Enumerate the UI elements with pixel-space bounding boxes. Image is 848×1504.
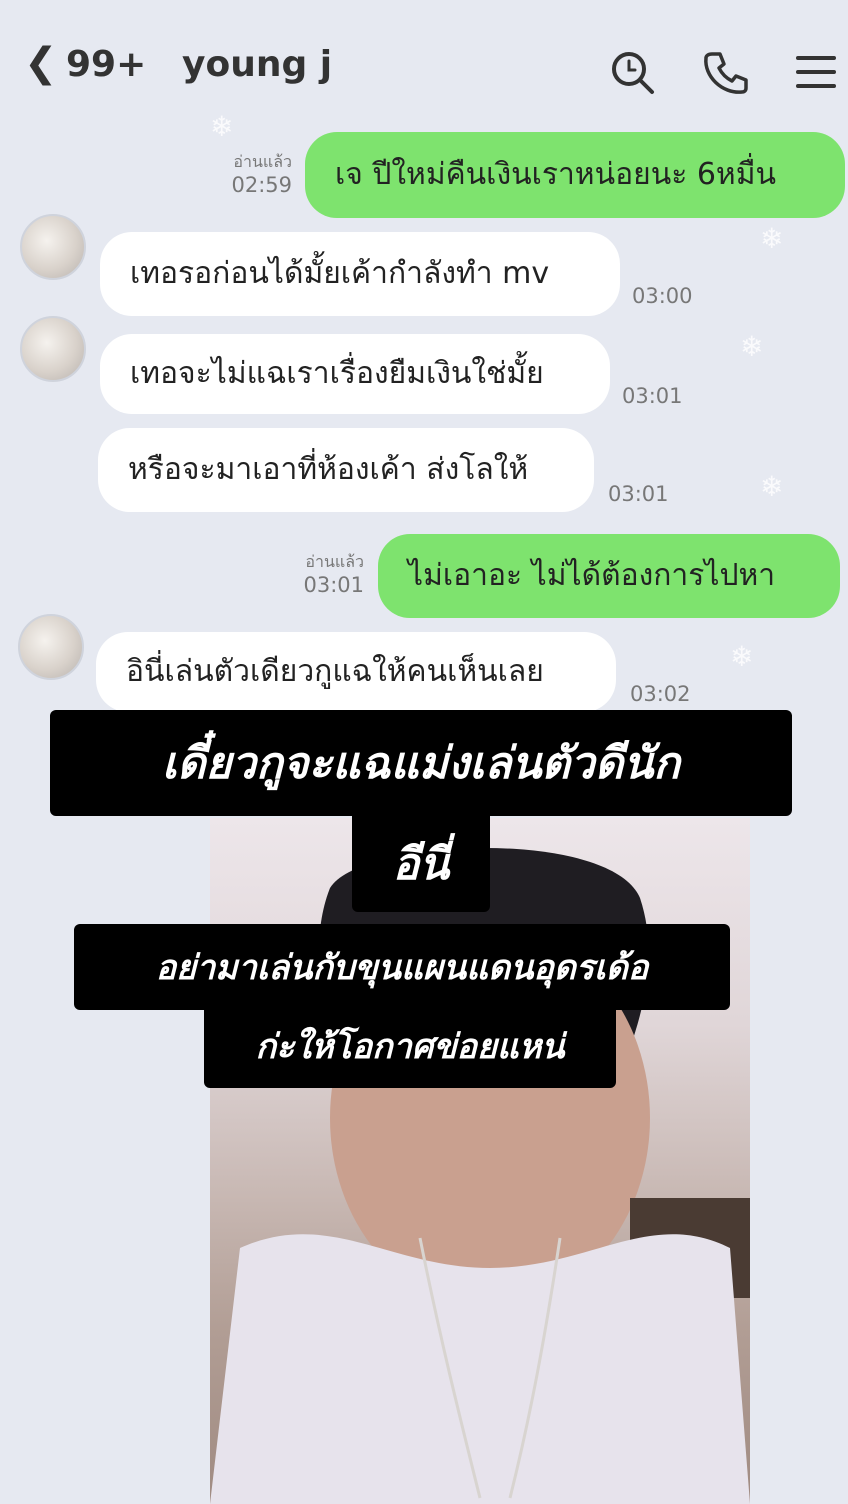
received-message-bubble[interactable]: อินี่เล่นตัวเดียวกูแฉให้คนเห็นเลย [96,632,616,712]
avatar[interactable] [18,614,84,680]
menu-icon[interactable] [792,48,840,96]
chat-header: ❮ 99+ young j [0,0,848,135]
message-text: ไม่เอาอะ ไม่ได้ต้องการไปหา [408,558,776,593]
snowflake-icon: ❄ [740,330,764,363]
message-text: เจ ปีใหม่คืนเงินเราหน่อยนะ 6หมื่น [335,157,776,192]
caption-line: อีนี่ [352,816,490,912]
snowflake-icon: ❄ [730,640,754,673]
read-label: อ่านแล้ว [305,552,364,571]
message-time: 03:02 [630,682,691,706]
message-time: 03:00 [632,284,693,308]
message-time: 03:01 [303,573,364,597]
caption-line: เดี๋ยวกูจะแฉแม่งเล่นตัวดีนัก [50,710,792,816]
avatar[interactable] [20,316,86,382]
caption-line: ก่ะให้โอกาศข่อยแหน่ [204,1004,616,1088]
unread-count: 99+ [66,44,147,85]
video-frame[interactable] [210,818,750,1504]
received-message-bubble[interactable]: เทอรอก่อนได้มั้ยเค้ากำลังทำ mv [100,232,620,316]
message-time: 03:01 [622,384,683,408]
read-receipt: อ่านแล้ว 03:01 [272,552,364,598]
sent-message-bubble[interactable]: ไม่เอาอะ ไม่ได้ต้องการไปหา [378,534,840,618]
snowflake-icon: ❄ [760,470,784,503]
snowflake-icon: ❄ [760,222,784,255]
sent-message-bubble[interactable]: เจ ปีใหม่คืนเงินเราหน่อยนะ 6หมื่น [305,132,845,218]
read-label: อ่านแล้ว [233,152,292,171]
received-message-bubble[interactable]: หรือจะมาเอาที่ห้องเค้า ส่งโลให้ [98,428,594,512]
message-text: อินี่เล่นตัวเดียวกูแฉให้คนเห็นเลย [126,654,544,689]
contact-name[interactable]: young j [182,44,332,85]
search-icon[interactable] [608,48,656,96]
message-time: 03:01 [608,482,669,506]
video-person-illustration [210,848,750,1504]
message-time: 02:59 [231,173,292,197]
message-text: เทอรอก่อนได้มั้ยเค้ากำลังทำ mv [130,256,550,291]
message-text: เทอจะไม่แฉเราเรื่องยืมเงินใช่มั้ย [130,356,544,391]
chevron-left-icon[interactable]: ❮ [24,40,58,86]
message-text: หรือจะมาเอาที่ห้องเค้า ส่งโลให้ [128,452,529,487]
caption-line: อย่ามาเล่นกับขุนแผนแดนอุดรเด้อ [74,924,730,1010]
avatar[interactable] [20,214,86,280]
snowflake-icon: ❄ [210,110,234,143]
received-message-bubble[interactable]: เทอจะไม่แฉเราเรื่องยืมเงินใช่มั้ย [100,334,610,414]
read-receipt: อ่านแล้ว 02:59 [200,152,292,198]
phone-icon[interactable] [702,48,750,96]
